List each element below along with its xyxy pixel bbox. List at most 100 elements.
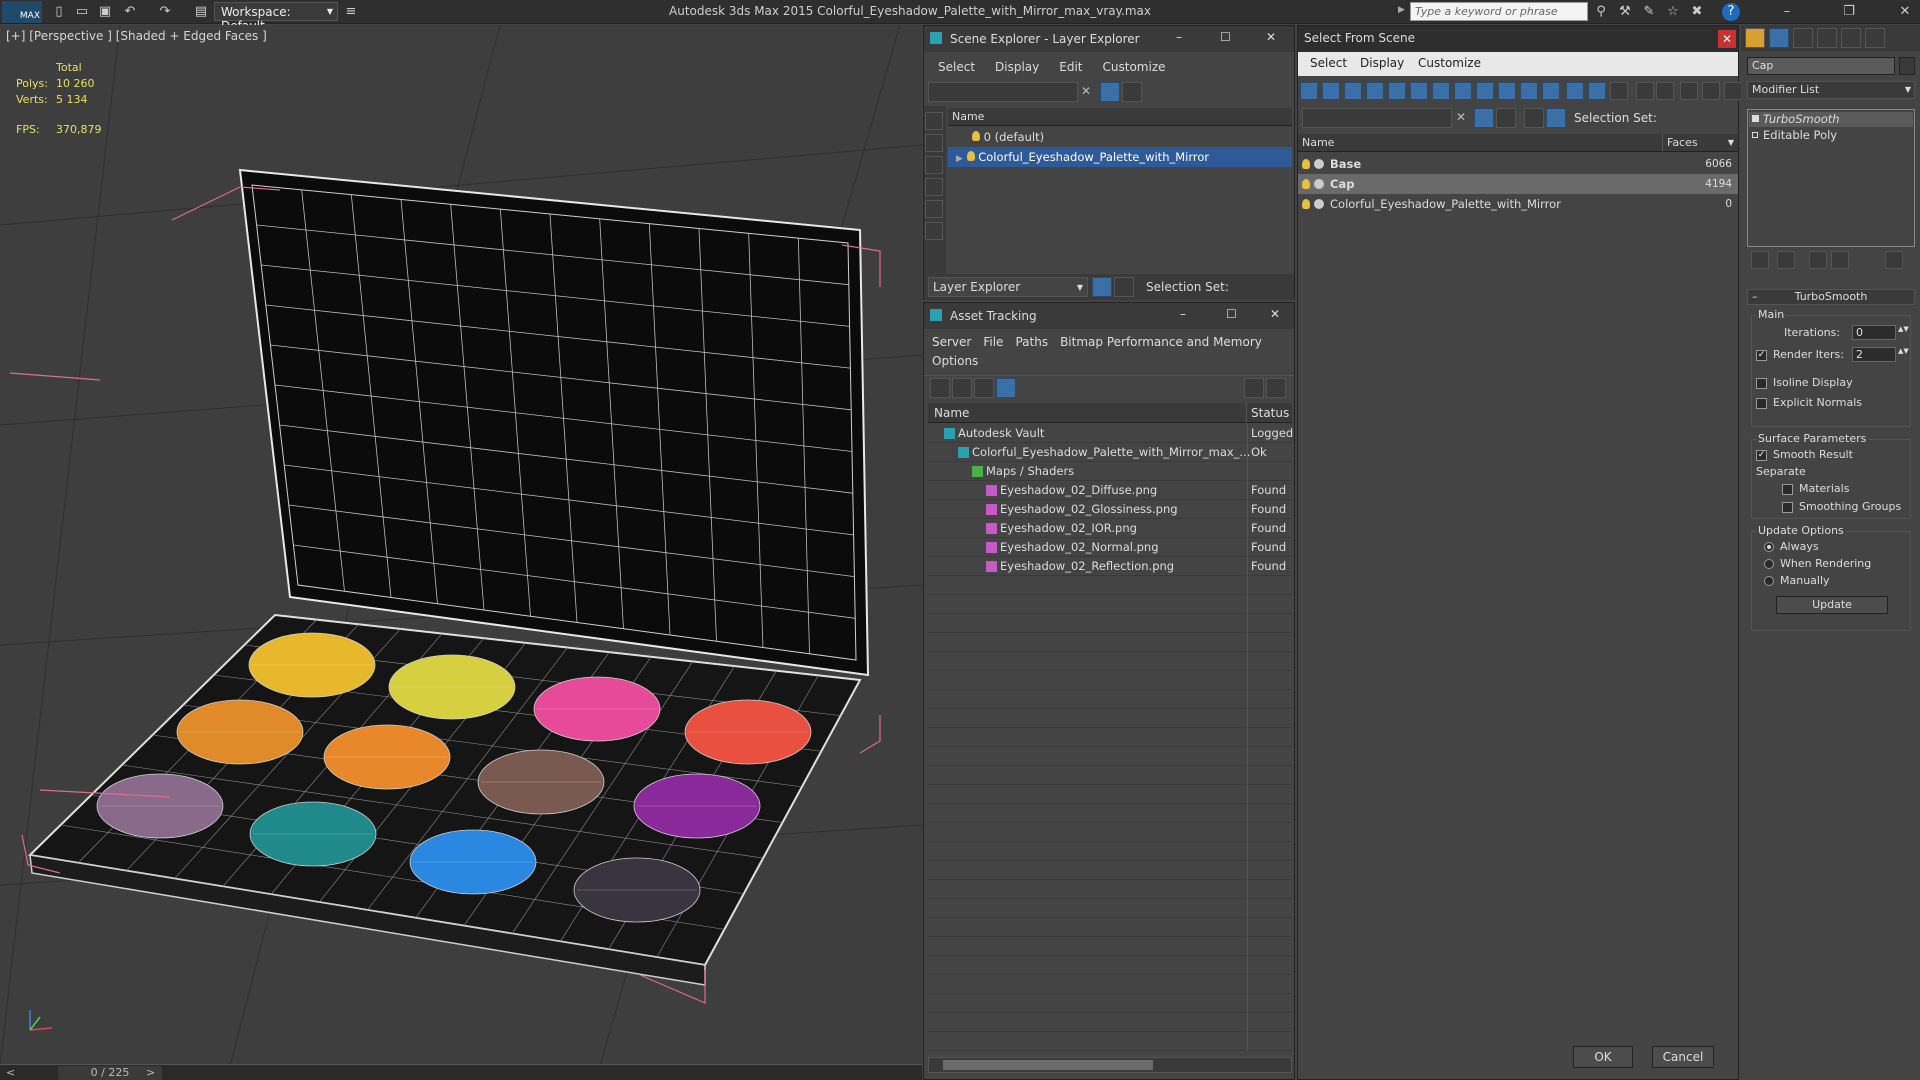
close-icon[interactable]: ✕	[1266, 30, 1276, 44]
time-slider[interactable]: < 0 / 225 >	[0, 1064, 922, 1080]
layer-view-icon[interactable]	[1524, 108, 1544, 128]
groups-filter-icon[interactable]	[1498, 82, 1516, 100]
project-folder-icon[interactable]: ▤	[192, 3, 210, 21]
new-file-icon[interactable]: ▯	[50, 3, 68, 21]
asset-tracking-titlebar[interactable]: Asset Tracking – ☐ ✕	[924, 303, 1294, 329]
modifier-list-dropdown[interactable]: Modifier List ▼	[1747, 81, 1915, 99]
clear-search-icon[interactable]: ✕	[1456, 110, 1466, 124]
visibility-icon[interactable]	[1302, 159, 1310, 169]
sfs-object-row[interactable]: Colorful_Eyeshadow_Palette_with_Mirror 0	[1298, 194, 1738, 214]
settings-icon[interactable]	[1266, 378, 1286, 398]
prev-frame-button[interactable]: <	[6, 1066, 15, 1079]
maximize-icon[interactable]: ☐	[1226, 307, 1237, 321]
scene-explorer-col-name[interactable]: Name	[948, 108, 1292, 126]
menu-bitmap-performance[interactable]: Bitmap Performance and Memory	[1060, 335, 1262, 349]
menu-edit[interactable]: Edit	[1059, 60, 1082, 74]
display-helpers-icon[interactable]	[925, 200, 943, 218]
asset-col-name[interactable]: Name	[928, 403, 1247, 423]
expand-arrow-icon[interactable]: ▶	[956, 154, 963, 164]
shapes-filter-icon[interactable]	[1388, 82, 1406, 100]
minimize-icon[interactable]: –	[1778, 3, 1796, 21]
find-icon[interactable]	[1680, 82, 1698, 100]
asset-col-status[interactable]: Status	[1247, 403, 1292, 423]
ok-button[interactable]: OK	[1573, 1046, 1633, 1068]
asset-row[interactable]: Colorful_Eyeshadow_Palette_with_Mirror_m…	[928, 443, 1292, 462]
quick-access-menu-icon[interactable]: ≡	[342, 3, 360, 21]
explorer-type-dropdown[interactable]: Layer Explorer ▼	[928, 277, 1088, 297]
sfs-col-name[interactable]: Name	[1298, 134, 1663, 152]
create-tab-icon[interactable]	[1745, 28, 1765, 48]
sfs-object-row[interactable]: Cap 4194	[1298, 174, 1738, 194]
update-always-radio[interactable]: Always	[1764, 540, 1819, 553]
list-icon[interactable]	[1656, 82, 1674, 100]
asset-row[interactable]: Eyeshadow_02_Glossiness.png Found	[928, 500, 1292, 519]
layer-row-palette[interactable]: ▶ Colorful_Eyeshadow_Palette_with_Mirror	[948, 147, 1292, 167]
geometry-filter-icon[interactable]	[1366, 82, 1384, 100]
stack-item-turbosmooth[interactable]: TurboSmooth	[1749, 112, 1913, 127]
menu-customize[interactable]: Customize	[1103, 60, 1166, 74]
bones-filter-icon[interactable]	[1542, 82, 1560, 100]
undo-icon[interactable]: ↶	[121, 3, 139, 21]
display-tab-icon[interactable]	[1841, 28, 1861, 48]
render-iters-checkbox[interactable]: ✓ Render Iters:	[1756, 348, 1844, 361]
containers-filter-icon[interactable]	[1566, 82, 1584, 100]
display-spacewarps-icon[interactable]	[925, 222, 943, 240]
menu-paths[interactable]: Paths	[1015, 335, 1048, 349]
spacewarps-filter-icon[interactable]	[1476, 82, 1494, 100]
filter-icon[interactable]	[1474, 108, 1494, 128]
asset-row[interactable]: Eyeshadow_02_Diffuse.png Found	[928, 481, 1292, 500]
select-search-input[interactable]	[1302, 108, 1452, 128]
pin-stack-icon[interactable]	[1751, 251, 1769, 269]
search-arrow-icon[interactable]: ▶	[1398, 5, 1405, 15]
menu-server[interactable]: Server	[932, 335, 971, 349]
help-icon[interactable]: ?	[1722, 3, 1740, 21]
explicit-normals-checkbox[interactable]: Explicit Normals	[1756, 396, 1862, 409]
hierarchy-tab-icon[interactable]	[1793, 28, 1813, 48]
smooth-result-checkbox[interactable]: ✓ Smooth Result	[1756, 448, 1853, 461]
display-invert-icon[interactable]	[1344, 82, 1362, 100]
layer-view-icon[interactable]	[1092, 277, 1112, 297]
xrefs-filter-icon[interactable]	[1520, 82, 1538, 100]
layer-filter-icon[interactable]	[1122, 82, 1142, 102]
menu-display[interactable]: Display	[1360, 56, 1404, 70]
table-view-icon[interactable]	[996, 378, 1016, 398]
make-unique-icon[interactable]	[1809, 251, 1827, 269]
expand-icon[interactable]	[1752, 132, 1758, 138]
materials-checkbox[interactable]: Materials	[1782, 482, 1849, 495]
cameras-filter-icon[interactable]	[1432, 82, 1450, 100]
cancel-button[interactable]: Cancel	[1652, 1046, 1714, 1068]
hierarchy-view-icon[interactable]	[1114, 277, 1134, 297]
motion-tab-icon[interactable]	[1817, 28, 1837, 48]
menu-customize[interactable]: Customize	[1418, 56, 1481, 70]
layer-filter-icon[interactable]	[1496, 108, 1516, 128]
exchange-icon[interactable]: ✖	[1688, 3, 1706, 21]
display-all-icon[interactable]	[1322, 82, 1340, 100]
modifier-on-icon[interactable]	[1752, 115, 1759, 122]
spinner-arrows-icon[interactable]: ▲▼	[1898, 347, 1909, 355]
menu-select[interactable]: Select	[1310, 56, 1347, 70]
update-manually-radio[interactable]: Manually	[1764, 574, 1830, 587]
redo-icon[interactable]: ↷	[156, 3, 174, 21]
utilities-tab-icon[interactable]	[1865, 28, 1885, 48]
workspace-dropdown[interactable]: Workspace: Default▼	[214, 2, 338, 33]
isoline-display-checkbox[interactable]: Isoline Display	[1756, 376, 1853, 389]
hierarchy-view-icon[interactable]	[1546, 108, 1566, 128]
modify-tab-icon[interactable]	[1769, 28, 1789, 48]
close-app-icon[interactable]: ✕	[1896, 3, 1914, 21]
list-view-icon[interactable]	[952, 378, 972, 398]
sfs-object-row[interactable]: Base 6066	[1298, 154, 1738, 174]
asset-row[interactable]: Eyeshadow_02_IOR.png Found	[928, 519, 1292, 538]
render-iters-spinner[interactable]: 2	[1852, 347, 1896, 362]
sort-icon[interactable]	[1636, 82, 1654, 100]
menu-options[interactable]: Options	[932, 354, 978, 368]
maximize-icon[interactable]: ☐	[1220, 30, 1231, 44]
next-frame-button[interactable]: >	[146, 1066, 155, 1079]
iterations-spinner[interactable]: 0	[1852, 325, 1896, 340]
display-geometry-icon[interactable]	[925, 112, 943, 130]
clear-search-icon[interactable]: ✕	[1081, 84, 1091, 98]
collapse-icon[interactable]	[1724, 82, 1742, 100]
subscription-icon[interactable]: ⚒	[1616, 3, 1634, 21]
asset-row[interactable]: Eyeshadow_02_Normal.png Found	[928, 538, 1292, 557]
keyword-search-input[interactable]: Type a keyword or phrase	[1410, 2, 1588, 21]
visibility-icon[interactable]	[972, 131, 980, 141]
